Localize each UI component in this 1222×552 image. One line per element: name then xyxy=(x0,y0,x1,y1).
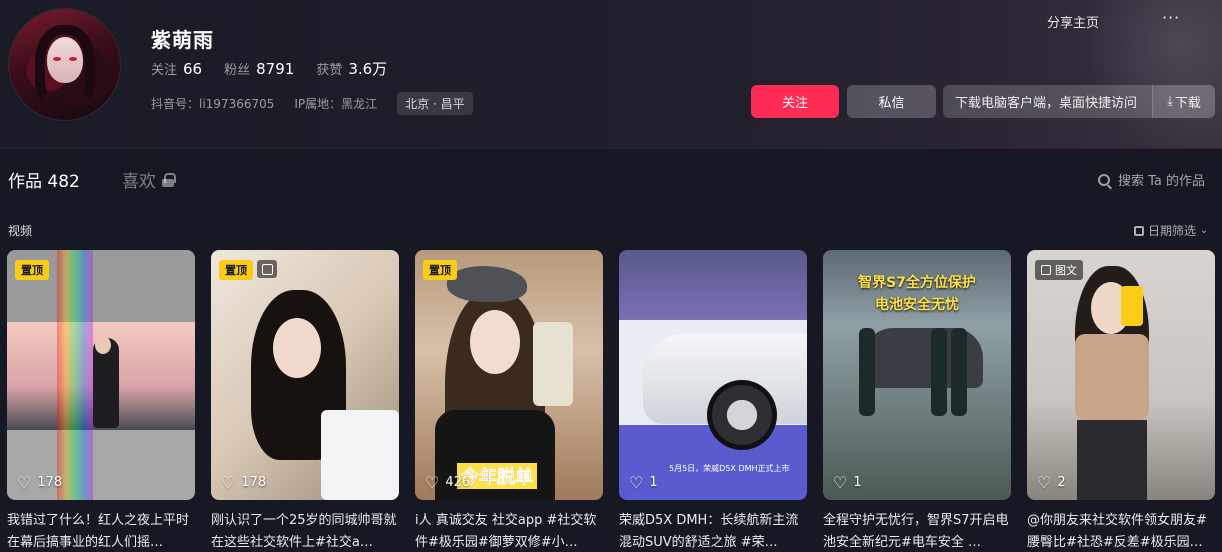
pinned-badge: 置顶 xyxy=(423,260,457,280)
date-filter-label: 日期筛选 xyxy=(1148,224,1197,238)
avatar[interactable] xyxy=(8,8,121,121)
video-caption[interactable]: 我错过了什么！红人之夜上平时在幕后搞事业的红人们摇… xyxy=(7,510,195,552)
thumb-figure-face xyxy=(470,310,520,374)
thumb-jeans xyxy=(1077,420,1147,500)
download-icon: ⤓ xyxy=(1167,94,1173,109)
video-caption[interactable]: @你朋友来社交软件领女朋友#腰臀比#社恐#反差#极乐园… xyxy=(1027,510,1215,552)
fans-label: 粉丝 xyxy=(224,63,251,78)
douyin-id: 抖音号：li197366705 xyxy=(151,97,275,111)
video-likes-count: 178 xyxy=(241,475,267,490)
thumb-phone xyxy=(1121,286,1143,326)
heart-icon: ♡ xyxy=(425,473,440,492)
pinned-badge: 置顶 xyxy=(219,260,253,280)
video-card[interactable]: 置顶 ♡ 178 我错过了什么！红人之夜上平时在幕后搞事业的红人们摇… xyxy=(7,250,195,552)
thumb-firefighter xyxy=(859,328,875,416)
share-profile-button[interactable]: 分享主页 xyxy=(1047,12,1099,31)
calendar-icon xyxy=(1134,225,1144,236)
tab-works[interactable]: 作品 482 xyxy=(8,167,80,192)
thumb-figure-head xyxy=(95,336,111,354)
video-likes: ♡ 178 xyxy=(221,473,266,492)
video-likes: ♡ 2 xyxy=(1037,473,1066,492)
follow-button[interactable]: 关注 xyxy=(751,85,839,118)
heart-icon: ♡ xyxy=(17,473,32,492)
profile-stats: 关注 66 粉丝 8791 获赞 3.6万 xyxy=(151,58,409,79)
video-likes-count: 426 xyxy=(445,475,471,490)
video-likes-count: 1 xyxy=(853,475,862,490)
thumb-banner-line: 电池安全无忧 xyxy=(875,297,959,313)
search-works[interactable]: 搜索 Ta 的作品 xyxy=(1098,170,1205,189)
video-likes-count: 178 xyxy=(37,475,63,490)
search-icon xyxy=(1098,173,1110,186)
thumb-laptop xyxy=(321,410,399,500)
profile-meta: 抖音号：li197366705 IP属地：黑龙江 北京 · 昌平 xyxy=(151,92,473,115)
chevron-down-icon: ⌄ xyxy=(1200,225,1209,236)
message-button[interactable]: 私信 xyxy=(847,85,936,118)
video-likes: ♡ 1 xyxy=(833,473,862,492)
heart-icon: ♡ xyxy=(221,473,236,492)
thumb-banner-line: 智界S7全方位保护 xyxy=(858,275,976,291)
date-filter[interactable]: 日期筛选 ⌄ xyxy=(1134,222,1208,239)
thumb-phone xyxy=(533,322,573,406)
avatar-face xyxy=(47,37,83,83)
video-thumbnail[interactable]: 置顶 ♡ 178 xyxy=(7,250,195,500)
video-thumbnail[interactable]: 5月5日，荣威D5X DMH正式上市 ♡ 1 xyxy=(619,250,807,500)
ip-location: IP属地：黑龙江 xyxy=(294,97,378,111)
video-likes: ♡ 178 xyxy=(17,473,62,492)
avatar-eye xyxy=(53,57,61,61)
video-card[interactable]: 图文 ♡ 2 @你朋友来社交软件领女朋友#腰臀比#社恐#反差#极乐园… xyxy=(1027,250,1215,552)
heart-icon: ♡ xyxy=(1037,473,1052,492)
video-likes-count: 1 xyxy=(649,475,658,490)
video-caption[interactable]: i人 真诚交友 社交app #社交软件#极乐园#御萝双修#小… xyxy=(415,510,603,552)
search-label: 搜索 Ta 的作品 xyxy=(1118,174,1206,189)
heart-icon: ♡ xyxy=(629,473,644,492)
video-likes-count: 2 xyxy=(1057,475,1066,490)
download-action[interactable]: ⤓ 下载 xyxy=(1152,85,1215,118)
thumb-wheel xyxy=(707,380,777,450)
likes-count: 3.6万 xyxy=(348,60,388,78)
more-options-icon[interactable]: ··· xyxy=(1162,8,1180,27)
tab-likes-label: 喜欢 xyxy=(122,172,156,192)
video-likes: ♡ 1 xyxy=(629,473,658,492)
location-tag: 北京 · 昌平 xyxy=(397,92,473,115)
video-caption[interactable]: 全程守护无忧行，智界S7开启电池安全新纪元#电车安全 … xyxy=(823,510,1011,552)
thumb-top xyxy=(1075,334,1149,420)
section-title: 视频 xyxy=(8,224,33,238)
video-thumbnail[interactable]: 置顶 ♡ 178 xyxy=(211,250,399,500)
thumb-firefighter xyxy=(931,328,947,416)
thumb-banner: 智界S7全方位保护 电池安全无忧 xyxy=(837,272,997,316)
heart-icon: ♡ xyxy=(833,473,848,492)
following-count[interactable]: 66 xyxy=(183,60,202,78)
download-description: 下载电脑客户端，桌面快捷访问 xyxy=(955,96,1138,111)
video-thumbnail[interactable]: 图文 ♡ 2 xyxy=(1027,250,1215,500)
likes-label: 获赞 xyxy=(316,63,343,78)
thumb-figure-face xyxy=(273,318,321,378)
nickname: 紫萌雨 xyxy=(151,28,214,52)
video-card[interactable]: 置顶 今年脱单 ♡ 426 i人 真诚交友 社交app #社交软件#极乐园#御萝… xyxy=(415,250,603,552)
video-caption[interactable]: 刚认识了一个25岁的同城帅哥就在这些社交软件上#社交a… xyxy=(211,510,399,552)
thumb-subtitle: 5月5日，荣威D5X DMH正式上市 xyxy=(669,464,790,473)
multi-image-icon xyxy=(257,260,277,278)
thumb-rainbow xyxy=(57,250,93,500)
avatar-eye xyxy=(69,57,77,61)
fans-count[interactable]: 8791 xyxy=(256,60,294,78)
pinned-badge: 置顶 xyxy=(15,260,49,280)
download-label: 下载 xyxy=(1174,96,1201,111)
download-client-button[interactable]: 下载电脑客户端，桌面快捷访问 ⤓ 下载 xyxy=(943,85,1215,118)
thumb-firefighter xyxy=(951,328,967,416)
video-card[interactable]: 智界S7全方位保护 电池安全无忧 ♡ 1 全程守护无忧行，智界S7开启电池安全新… xyxy=(823,250,1011,552)
following-label: 关注 xyxy=(151,63,178,78)
video-card[interactable]: 置顶 ♡ 178 刚认识了一个25岁的同城帅哥就在这些社交软件上#社交a… xyxy=(211,250,399,552)
tab-likes[interactable]: 喜欢 xyxy=(122,167,176,192)
thumb-shark-hat xyxy=(447,266,527,302)
header-divider xyxy=(0,148,1222,149)
image-post-badge: 图文 xyxy=(1035,260,1083,280)
lock-icon xyxy=(162,172,176,187)
video-caption[interactable]: 荣威D5X DMH：长续航新主流混动SUV的舒适之旅 #荣… xyxy=(619,510,807,552)
video-thumbnail[interactable]: 置顶 今年脱单 ♡ 426 xyxy=(415,250,603,500)
video-likes: ♡ 426 xyxy=(425,473,470,492)
video-card[interactable]: 5月5日，荣威D5X DMH正式上市 ♡ 1 荣威D5X DMH：长续航新主流混… xyxy=(619,250,807,552)
video-thumbnail[interactable]: 智界S7全方位保护 电池安全无忧 ♡ 1 xyxy=(823,250,1011,500)
